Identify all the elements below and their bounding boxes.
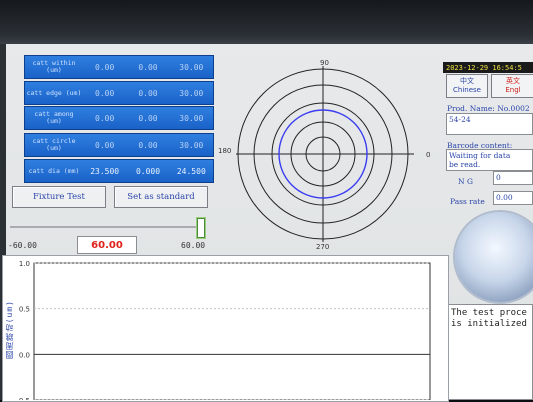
row-value-min: 0.00 [95, 113, 115, 123]
row-value-current: 0.00 [138, 88, 158, 98]
chinese-label-cn: 中文 [460, 77, 474, 85]
row-label: catt within (um) [32, 59, 76, 74]
message-line2: is initialized [451, 319, 527, 329]
ng-label: N G [458, 177, 473, 186]
row-value-min: 0.00 [95, 88, 115, 98]
measure-row-dia: catt dia (mm) 23.500 0.000 24.500 [24, 159, 214, 183]
row-label: catt circle (um) [32, 137, 76, 152]
row-value-max: 30.00 [179, 62, 204, 72]
slider-min-label: -60.00 [8, 241, 37, 250]
chart-y-tick-label: 0.0 [19, 351, 30, 359]
row-value-current: 0.00 [138, 62, 158, 72]
polar-label-90: 90 [320, 59, 329, 67]
fixture-test-button[interactable]: Fixture Test [12, 186, 106, 208]
measure-row-edge: catt edge (um) 0.00 0.00 30.00 [24, 81, 214, 105]
english-label-en: Engl [505, 86, 521, 94]
ng-count-field: 0 [493, 171, 533, 185]
chart-y-tick-label: 1.0 [19, 260, 30, 268]
product-name-value: 54-24 [449, 115, 471, 124]
runout-chart: 1.00.50.0-0.5 [16, 260, 431, 400]
row-value-max: 30.00 [179, 88, 204, 98]
measure-row-among: catt among (um) 0.00 0.00 30.00 [24, 106, 214, 130]
measure-row-circle: catt circle (um) 0.00 0.00 30.00 [24, 133, 214, 157]
row-value-current: 0.000 [135, 166, 161, 176]
barcode-value-line1: Waiting for data [449, 151, 511, 160]
row-label: catt edge (um) [26, 88, 82, 97]
monitor-bezel [0, 0, 533, 44]
polar-label-180: 180 [218, 147, 231, 155]
row-value-max: 30.00 [179, 113, 204, 123]
message-box: The test proce is initialized [447, 304, 533, 400]
row-value-max: 30.00 [179, 140, 204, 150]
english-label-cn: 英文 [506, 77, 520, 85]
chart-y-tick-label: 0.5 [19, 306, 30, 314]
product-name-label: Prod. Name: No.0002 [447, 104, 530, 113]
pass-rate-label: Pass rate [450, 197, 485, 206]
measure-row-within: catt within (um) 0.00 0.00 30.00 [24, 55, 214, 79]
row-value-current: 0.00 [138, 140, 158, 150]
barcode-field[interactable]: Waiting for data be read. [446, 149, 533, 171]
row-value-min: 23.500 [90, 166, 120, 176]
english-language-button[interactable]: 英文 Engl [491, 74, 533, 98]
row-value-max: 24.500 [176, 166, 206, 176]
barcode-value-line2: be read. [449, 160, 481, 169]
slider-thumb[interactable] [197, 218, 205, 238]
polar-runout-plot: 90 180 0 270 [218, 59, 430, 250]
set-standard-button[interactable]: Set as standard [114, 186, 208, 208]
row-label: catt dia (mm) [28, 166, 80, 175]
message-line1: The test proce [451, 308, 527, 318]
row-value-current: 0.00 [138, 113, 158, 123]
chart-plot-frame [33, 262, 431, 400]
polar-label-0: 0 [426, 151, 430, 159]
slider-max-label: 60.00 [181, 241, 206, 250]
row-value-min: 0.00 [95, 140, 115, 150]
polar-label-270: 270 [316, 243, 329, 250]
product-name-field[interactable]: 54-24 [446, 113, 533, 135]
pass-rate-field: 0.00 [493, 191, 533, 205]
datetime-display: 2023-12-29 16:54:5 [443, 62, 533, 73]
row-label: catt among (um) [34, 110, 74, 125]
slider-value-field[interactable]: 60.00 [77, 236, 137, 254]
row-value-min: 0.00 [95, 62, 115, 72]
chinese-language-button[interactable]: 中文 Chinese [446, 74, 488, 98]
slider-track[interactable] [10, 226, 200, 228]
chinese-label-en: Chinese [453, 86, 481, 94]
